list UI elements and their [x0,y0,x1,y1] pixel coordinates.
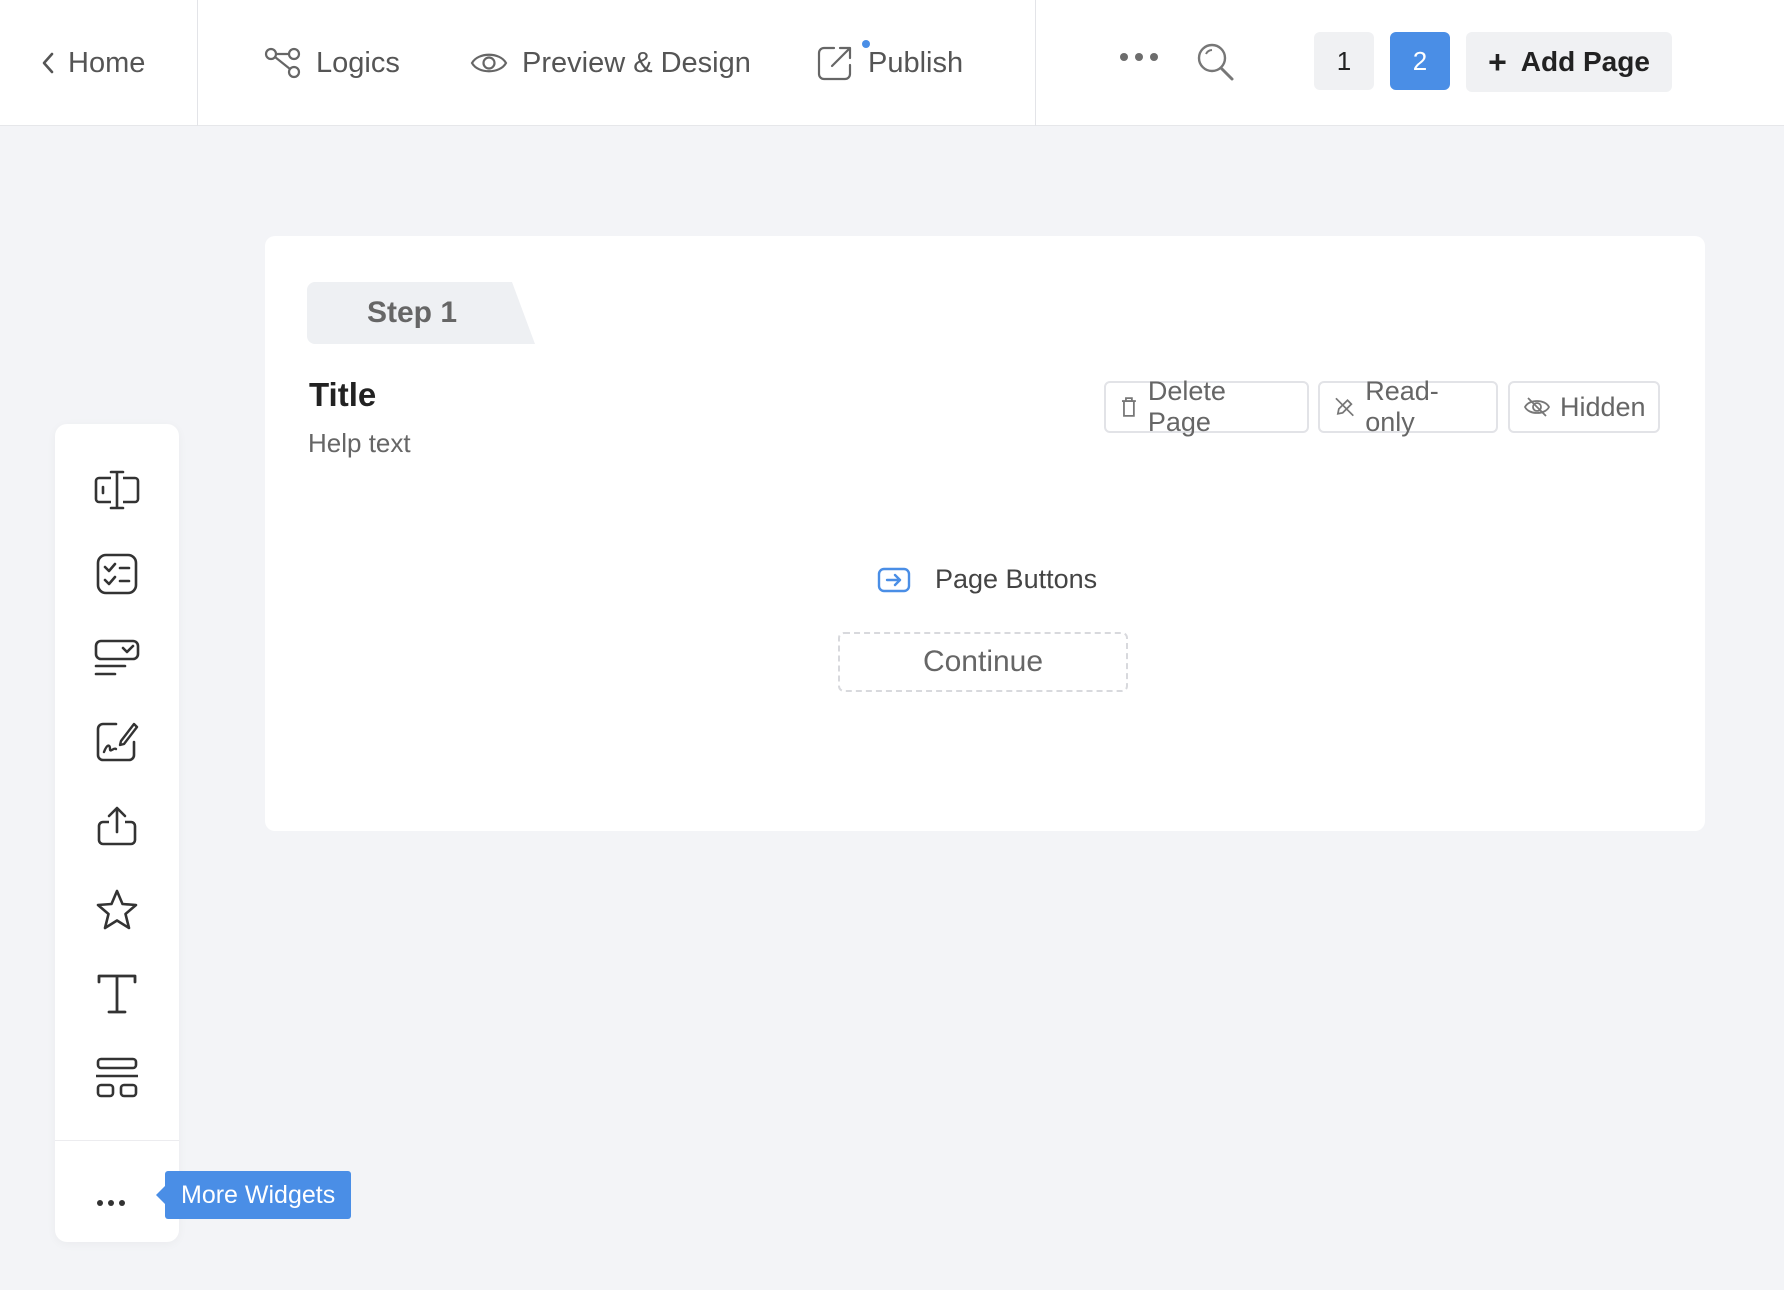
preview-design-label: Preview & Design [522,46,751,79]
continue-button[interactable]: Continue [838,632,1128,692]
add-page-button[interactable]: + Add Page [1466,32,1672,92]
search-icon [1197,43,1234,81]
plus-icon: + [1488,43,1507,80]
signature-icon [96,722,139,762]
signature-widget[interactable] [87,712,147,772]
widget-sidebar [55,424,179,1242]
divider [55,1140,179,1141]
text-input-widget[interactable] [87,460,147,520]
select-widget[interactable] [87,628,147,688]
dot [1135,53,1143,61]
more-widgets-tooltip: More Widgets [155,1171,352,1219]
dot [108,1200,114,1206]
star-rating-icon [96,889,138,930]
page-button-icon [877,567,911,592]
chevron-left-icon [42,52,54,74]
delete-page-label: Delete Page [1147,376,1226,437]
step-tab[interactable]: Step 1 [307,282,535,344]
home-label: Home [68,46,146,79]
dot [119,1200,125,1206]
external-link-icon [817,46,852,81]
text-input-icon [94,470,140,510]
dot [97,1200,103,1206]
read-only-label: Read-only [1365,376,1439,437]
help-text[interactable]: Help text [308,428,411,459]
divider [197,0,198,126]
dot [1120,53,1128,61]
hidden-button[interactable]: Hidden [1508,381,1660,433]
divider [1035,0,1036,126]
pencil-off-icon [1335,397,1354,417]
add-page-label: Add Page [1520,46,1650,77]
preview-design-button[interactable]: Preview & Design [470,0,751,126]
more-options-button[interactable] [1116,49,1162,65]
more-widgets-button[interactable] [97,1194,125,1212]
select-icon [94,639,140,676]
star-rating-widget[interactable] [87,880,147,940]
trash-icon [1121,397,1136,417]
checklist-icon [96,553,138,595]
read-only-button[interactable]: Read-only [1318,376,1498,437]
logics-icon [264,47,301,79]
logics-label: Logics [316,46,400,79]
dot [1150,53,1158,61]
upload-widget[interactable] [87,796,147,856]
page-2-button[interactable]: 2 [1390,32,1450,90]
publish-button[interactable]: Publish [816,0,963,126]
publish-label: Publish [868,46,964,79]
logics-button[interactable]: Logics [264,0,400,126]
top-bar: Home Logics Preview & Design Publish 1 2… [0,0,1784,126]
upload-icon [97,806,137,846]
hidden-label: Hidden [1560,391,1646,422]
eye-icon [470,53,508,73]
checklist-widget[interactable] [87,544,147,604]
delete-page-button[interactable]: Delete Page [1104,376,1309,437]
notification-dot [862,40,870,48]
layout-icon [96,1057,138,1098]
page-1-button[interactable]: 1 [1314,32,1374,90]
home-link[interactable]: Home [40,0,145,126]
search-button[interactable] [1196,42,1236,89]
page-title[interactable]: Title [309,376,376,414]
eye-off-icon [1524,397,1550,417]
text-widget[interactable] [87,964,147,1024]
page-card: Step 1 Title Help text Delete Page Read-… [265,236,1705,831]
layout-widget[interactable] [87,1048,147,1108]
page-buttons-section[interactable]: Page Buttons [877,564,1097,595]
text-icon [97,974,137,1014]
page-buttons-label: Page Buttons [935,564,1098,594]
